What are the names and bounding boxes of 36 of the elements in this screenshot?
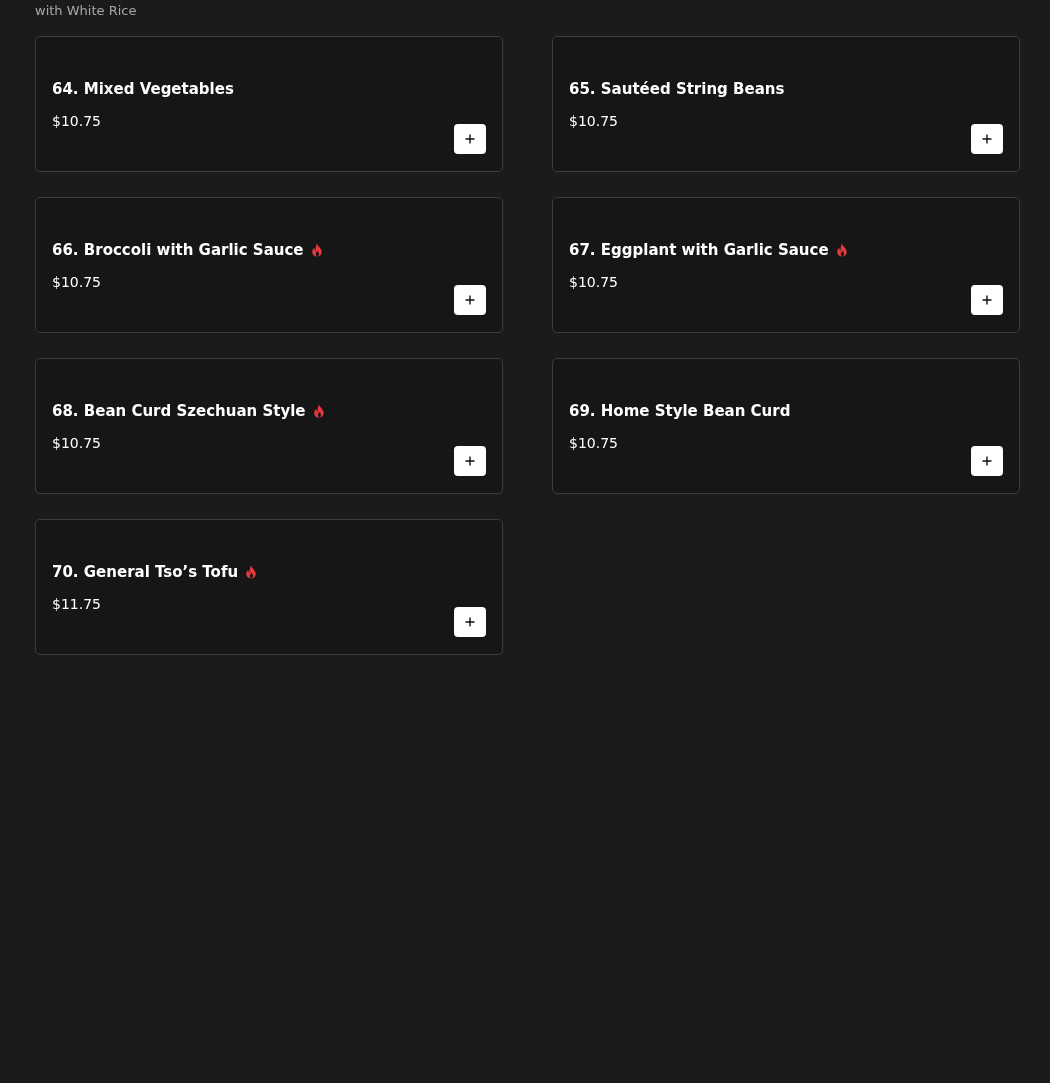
section-subtitle: with White Rice [35,2,138,20]
plus-icon [465,134,475,144]
add-button[interactable] [971,124,1003,154]
item-price: $10.75 [52,113,102,129]
item-price: $10.75 [52,274,102,290]
menu-item-card[interactable]: 64. Mixed Vegetables $10.75 [35,36,503,172]
plus-icon [465,617,475,627]
plus-icon [465,295,475,305]
item-price: $10.75 [569,435,619,451]
item-price: $11.75 [52,596,102,612]
add-button[interactable] [454,607,486,637]
item-name: 64. Mixed Vegetables [52,80,234,98]
plus-icon [465,456,475,466]
item-name: 65. Sautéed String Beans [569,80,785,98]
item-price: $10.75 [52,435,102,451]
plus-icon [982,295,992,305]
menu-item-card[interactable]: 70. General Tso’s Tofu $11.75 [35,519,503,655]
item-name: 69. Home Style Bean Curd [569,402,791,420]
menu-item-card[interactable]: 67. Eggplant with Garlic Sauce $10.75 [552,197,1020,333]
item-price: $10.75 [569,274,619,290]
add-button[interactable] [971,285,1003,315]
add-button[interactable] [971,446,1003,476]
item-name: 67. Eggplant with Garlic Sauce [569,241,829,259]
item-name: 68. Bean Curd Szechuan Style [52,402,306,420]
item-name: 70. General Tso’s Tofu [52,563,239,581]
menu-item-card[interactable]: 65. Sautéed String Beans $10.75 [552,36,1020,172]
item-price: $10.75 [569,113,619,129]
add-button[interactable] [454,446,486,476]
menu-item-card[interactable]: 68. Bean Curd Szechuan Style $10.75 [35,358,503,494]
item-name: 66. Broccoli with Garlic Sauce [52,241,304,259]
menu-item-card[interactable]: 66. Broccoli with Garlic Sauce $10.75 [35,197,503,333]
plus-icon [982,134,992,144]
plus-icon [982,456,992,466]
add-button[interactable] [454,285,486,315]
add-button[interactable] [454,124,486,154]
menu-item-card[interactable]: 69. Home Style Bean Curd $10.75 [552,358,1020,494]
